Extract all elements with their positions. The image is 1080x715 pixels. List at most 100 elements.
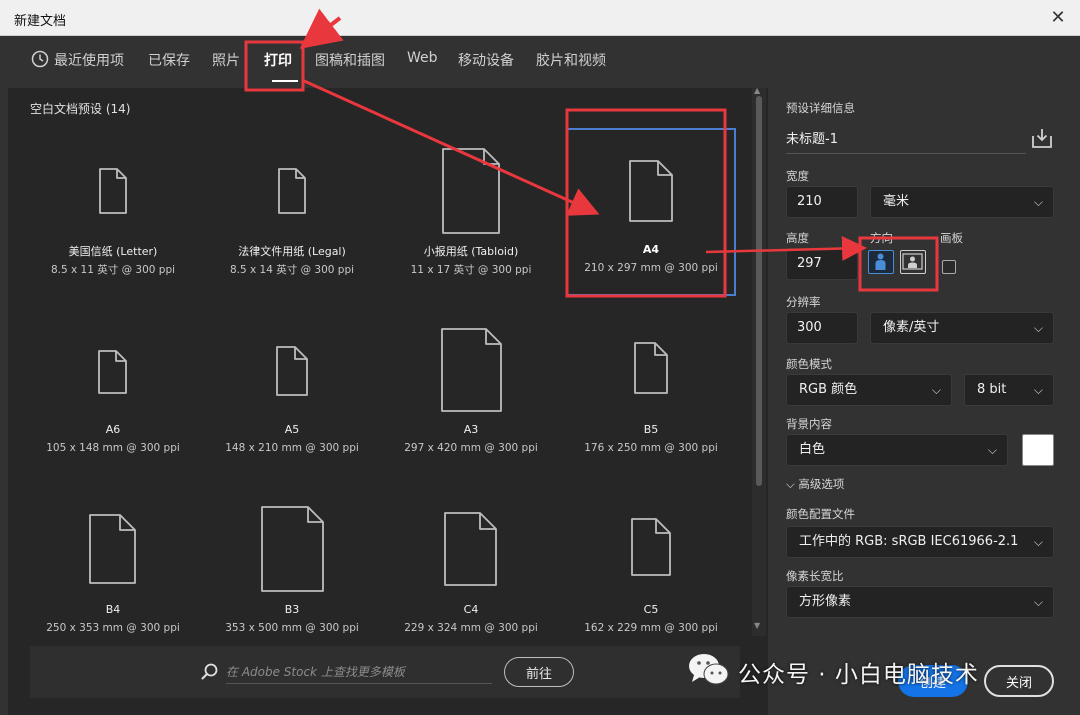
scroll-thumb[interactable] bbox=[756, 96, 762, 486]
pixel-aspect-label: 像素长宽比 bbox=[786, 569, 844, 583]
details-heading: 预设详细信息 bbox=[786, 101, 855, 115]
preset-card-legal[interactable]: 法律文件用纸 (Legal) 8.5 x 14 英寸 @ 300 ppi bbox=[207, 138, 377, 308]
chevron-down-icon: ⌵ bbox=[987, 443, 997, 457]
width-unit-select[interactable]: 毫米 ⌵ bbox=[870, 186, 1054, 218]
document-icon bbox=[631, 518, 671, 576]
stock-search-input[interactable] bbox=[226, 660, 492, 684]
document-icon bbox=[634, 342, 668, 394]
document-icon bbox=[261, 506, 324, 592]
adobe-stock-search-bar: 前往 bbox=[30, 646, 740, 698]
width-label: 宽度 bbox=[786, 169, 809, 183]
color-profile-value: 工作中的 RGB: sRGB IEC61966-2.1 bbox=[799, 534, 1019, 549]
preset-name: B3 bbox=[284, 603, 300, 616]
preset-card-b3[interactable]: B3 353 x 500 mm @ 300 ppi bbox=[207, 498, 377, 668]
height-input[interactable]: 297 bbox=[786, 248, 858, 280]
height-label: 高度 bbox=[786, 231, 809, 245]
preset-card-a3[interactable]: A3 297 x 420 mm @ 300 ppi bbox=[386, 318, 556, 488]
resolution-unit-value: 像素/英寸 bbox=[883, 320, 940, 335]
preset-size: 210 x 297 mm @ 300 ppi bbox=[584, 262, 718, 274]
chevron-down-icon: ⌵ bbox=[1033, 195, 1043, 209]
document-icon bbox=[276, 346, 308, 396]
tab-print[interactable]: 打印 bbox=[264, 50, 292, 70]
preset-name: 小报用纸 (Tabloid) bbox=[423, 245, 519, 258]
preset-card-a5[interactable]: A5 148 x 210 mm @ 300 ppi bbox=[207, 318, 377, 488]
resolution-label: 分辨率 bbox=[786, 295, 821, 309]
tab-art-illustration[interactable]: 图稿和插图 bbox=[315, 50, 385, 70]
preset-size: 162 x 229 mm @ 300 ppi bbox=[584, 622, 718, 634]
preset-size: 11 x 17 英寸 @ 300 ppi bbox=[410, 264, 532, 276]
tab-recent[interactable]: 最近使用项 bbox=[54, 50, 124, 70]
pixel-aspect-select[interactable]: 方形像素 ⌵ bbox=[786, 586, 1054, 618]
color-mode-select[interactable]: RGB 颜色 ⌵ bbox=[786, 374, 952, 406]
gallery-scrollbar[interactable]: ▲ ▼ bbox=[752, 86, 766, 636]
color-profile-label: 颜色配置文件 bbox=[786, 507, 855, 521]
preset-name: B4 bbox=[105, 603, 121, 616]
orientation-label: 方向 bbox=[870, 231, 893, 245]
background-select[interactable]: 白色 ⌵ bbox=[786, 434, 1008, 466]
preset-name: 法律文件用纸 (Legal) bbox=[238, 245, 346, 258]
advanced-options-label: 高级选项 bbox=[798, 477, 845, 491]
preset-size: 353 x 500 mm @ 300 ppi bbox=[225, 622, 359, 634]
preset-card-letter[interactable]: 美国信纸 (Letter) 8.5 x 11 英寸 @ 300 ppi bbox=[28, 138, 198, 308]
preset-size: 297 x 420 mm @ 300 ppi bbox=[404, 442, 538, 454]
close-icon[interactable]: ✕ bbox=[1046, 6, 1070, 30]
dialog-title: 新建文档 bbox=[14, 14, 67, 29]
portrait-orientation-button[interactable] bbox=[868, 250, 894, 274]
go-button[interactable]: 前往 bbox=[504, 657, 574, 687]
bit-depth-select[interactable]: 8 bit ⌵ bbox=[964, 374, 1054, 406]
artboard-checkbox[interactable] bbox=[942, 260, 956, 274]
preset-name: 美国信纸 (Letter) bbox=[68, 245, 158, 258]
resolution-input[interactable]: 300 bbox=[786, 312, 858, 344]
scroll-up-icon[interactable]: ▲ bbox=[754, 86, 760, 95]
width-input[interactable]: 210 bbox=[786, 186, 858, 218]
preset-card-tabloid[interactable]: 小报用纸 (Tabloid) 11 x 17 英寸 @ 300 ppi bbox=[386, 138, 556, 308]
tab-photo[interactable]: 照片 bbox=[212, 50, 240, 70]
artboard-label: 画板 bbox=[940, 231, 963, 245]
tab-saved[interactable]: 已保存 bbox=[148, 50, 190, 70]
preset-size: 148 x 210 mm @ 300 ppi bbox=[225, 442, 359, 454]
chevron-down-icon: ⌵ bbox=[1033, 535, 1043, 549]
color-mode-label: 颜色模式 bbox=[786, 357, 832, 371]
preset-details-panel: 预设详细信息 未标题-1 宽度 210 毫米 ⌵ 高度 方向 画板 297 分辨… bbox=[776, 88, 1072, 715]
save-preset-icon[interactable] bbox=[1030, 126, 1054, 150]
preset-size: 8.5 x 11 英寸 @ 300 ppi bbox=[50, 264, 176, 276]
preset-card-a4[interactable]: A4 210 x 297 mm @ 300 ppi bbox=[566, 128, 736, 296]
preset-card-a6[interactable]: A6 105 x 148 mm @ 300 ppi bbox=[28, 318, 198, 488]
preset-name: A3 bbox=[463, 423, 479, 436]
preset-card-b5[interactable]: B5 176 x 250 mm @ 300 ppi bbox=[566, 318, 736, 488]
preset-card-c5[interactable]: C5 162 x 229 mm @ 300 ppi bbox=[566, 498, 736, 668]
chevron-down-icon: ⌵ bbox=[1033, 595, 1043, 609]
resolution-unit-select[interactable]: 像素/英寸 ⌵ bbox=[870, 312, 1054, 344]
scroll-down-icon[interactable]: ▼ bbox=[754, 621, 760, 630]
preset-name: B5 bbox=[643, 423, 659, 436]
category-tab-bar: 最近使用项 已保存 照片 打印 图稿和插图 Web 移动设备 胶片和视频 bbox=[8, 36, 1072, 88]
document-icon bbox=[278, 168, 306, 214]
document-icon bbox=[442, 148, 500, 234]
background-value: 白色 bbox=[799, 442, 826, 457]
active-tab-indicator bbox=[272, 80, 298, 82]
preset-size: 105 x 148 mm @ 300 ppi bbox=[46, 442, 180, 454]
document-icon bbox=[99, 168, 127, 214]
new-document-dialog: 新建文档 ✕ 最近使用项 已保存 照片 打印 图稿和插图 Web 移动设备 胶片… bbox=[0, 0, 1080, 715]
clock-icon bbox=[31, 50, 49, 68]
advanced-options-toggle[interactable]: ⌵ 高级选项 bbox=[786, 476, 844, 492]
landscape-orientation-button[interactable] bbox=[900, 250, 926, 274]
document-name-field[interactable]: 未标题-1 bbox=[786, 126, 1026, 154]
preset-size: 8.5 x 14 英寸 @ 300 ppi bbox=[229, 264, 355, 276]
tab-mobile[interactable]: 移动设备 bbox=[458, 50, 514, 70]
preset-name: C4 bbox=[463, 603, 479, 616]
preset-card-b4[interactable]: B4 250 x 353 mm @ 300 ppi bbox=[28, 498, 198, 668]
preset-name: A4 bbox=[642, 243, 660, 256]
close-button[interactable]: 关闭 bbox=[984, 665, 1054, 697]
document-icon bbox=[89, 514, 136, 584]
chevron-down-icon: ⌵ bbox=[931, 383, 941, 397]
chevron-down-icon: ⌵ bbox=[1033, 321, 1043, 335]
background-color-swatch[interactable] bbox=[1022, 434, 1054, 466]
tab-web[interactable]: Web bbox=[407, 50, 438, 66]
pixel-aspect-value: 方形像素 bbox=[799, 594, 852, 609]
preset-name: A6 bbox=[105, 423, 121, 436]
color-profile-select[interactable]: 工作中的 RGB: sRGB IEC61966-2.1 ⌵ bbox=[786, 526, 1054, 558]
preset-card-c4[interactable]: C4 229 x 324 mm @ 300 ppi bbox=[386, 498, 556, 668]
create-button[interactable]: 创建 bbox=[898, 665, 968, 697]
tab-film-video[interactable]: 胶片和视频 bbox=[536, 50, 606, 70]
